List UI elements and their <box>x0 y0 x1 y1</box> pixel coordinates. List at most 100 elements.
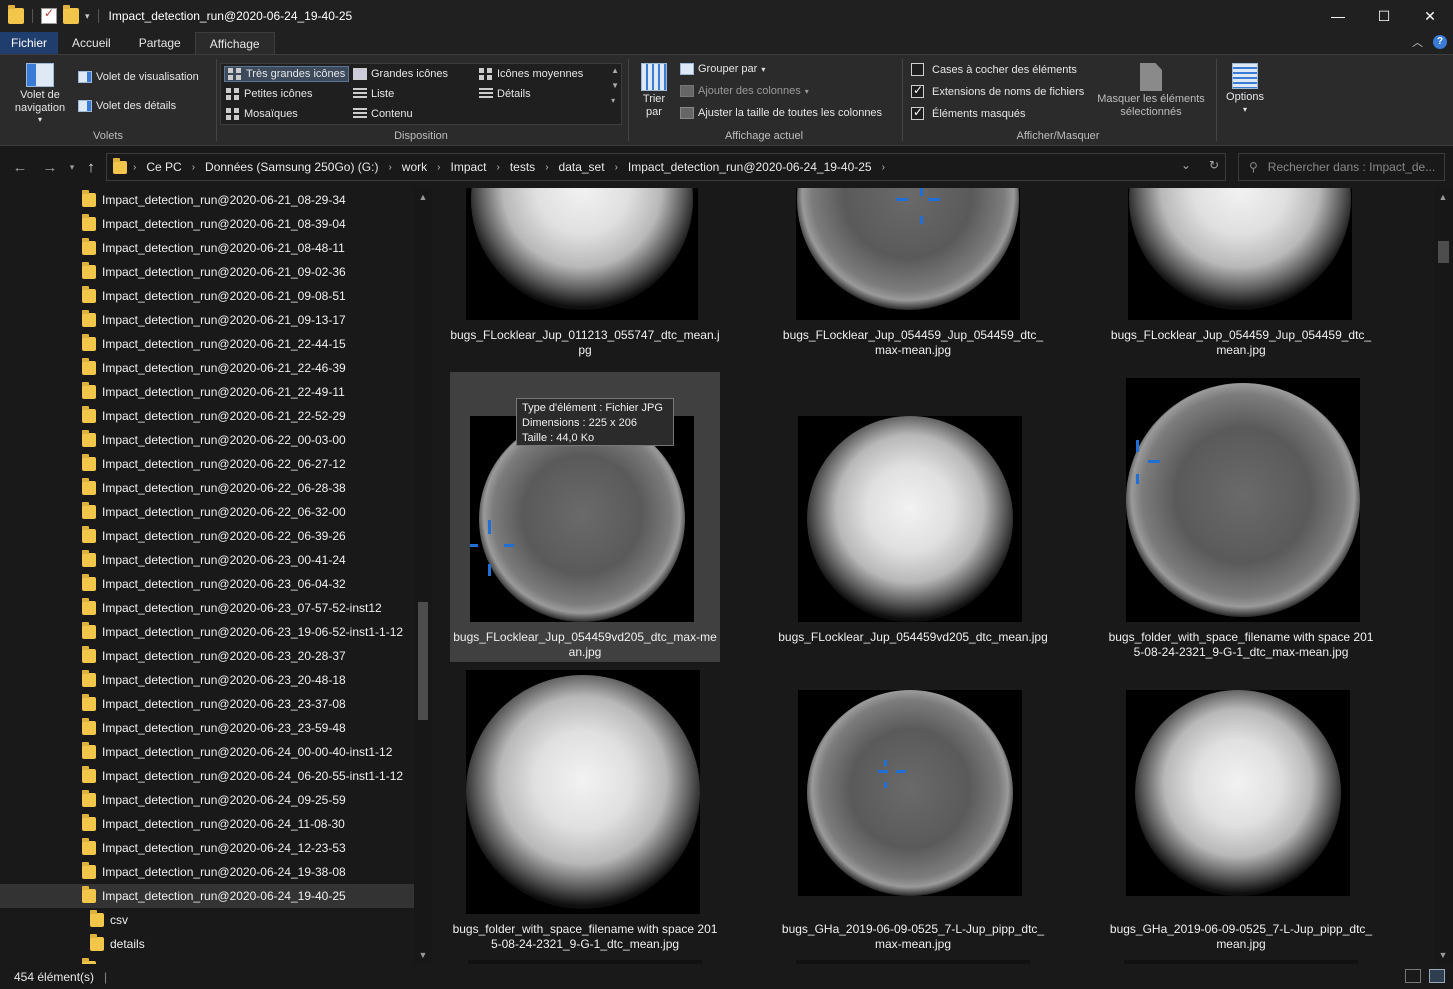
layout-extra-large-icons[interactable]: Très grandes icônes <box>224 66 350 82</box>
tree-item[interactable]: Impact_detection_run@2020-06-21_22-52-29 <box>0 404 414 428</box>
tree-item[interactable]: Impact_detection_run@2020-06-21_22-49-11 <box>0 380 414 404</box>
sort-by-button[interactable]: Trier par <box>638 63 670 119</box>
up-arrow-icon[interactable]: ↑ <box>79 159 103 176</box>
tree-item[interactable]: Impact_detection_run@2020-06-22_06-32-00 <box>0 500 414 524</box>
add-columns-button[interactable]: Ajouter des colonnes ▾ <box>680 85 809 97</box>
maximize-button[interactable]: ☐ <box>1361 0 1407 32</box>
tree-item[interactable]: Impact_detection_run@2020-06-22_00-03-00 <box>0 428 414 452</box>
scroll-down-icon[interactable]: ▼ <box>1434 950 1452 960</box>
preview-pane-button[interactable]: Volet de visualisation <box>78 71 199 83</box>
file-tile[interactable]: bugs_FLocklear_Jup_054459vd205_dtc_mean.… <box>778 372 1048 664</box>
breadcrumb-impact[interactable]: Impact <box>450 160 486 174</box>
tree-item[interactable]: Impact_detection_run@2020-06-24_19-38-08 <box>0 860 414 884</box>
tree-item[interactable]: Impact_detection_run@2020-06-24_12-23-53 <box>0 836 414 860</box>
gallery-down-icon[interactable]: ▼ <box>611 81 619 90</box>
breadcrumb-ce-pc[interactable]: Ce PC <box>146 160 181 174</box>
close-button[interactable]: ✕ <box>1407 0 1453 32</box>
new-folder-icon[interactable] <box>63 5 79 24</box>
details-pane-button[interactable]: Volet des détails <box>78 100 176 112</box>
layout-medium-icons[interactable]: Icônes moyennes <box>479 68 583 80</box>
collapse-ribbon-icon[interactable]: ︿ <box>1412 34 1423 50</box>
minimize-button[interactable]: — <box>1315 0 1361 32</box>
refresh-icon[interactable]: ↻ <box>1209 158 1219 172</box>
tree-item[interactable]: Impact_detection_run@2020-06-21_22-46-39 <box>0 356 414 380</box>
file-tile[interactable]: bugs_FLocklear_Jup_054459_Jup_054459_dtc… <box>778 188 1048 362</box>
file-extensions-toggle[interactable]: Extensions de noms de fichiers <box>911 83 1084 98</box>
large-icons-view-icon[interactable] <box>1429 969 1445 983</box>
tree-item[interactable]: Impact_detection_run@2020-06-21_09-08-51 <box>0 284 414 308</box>
tree-item[interactable]: Impact_detection_run@2020-06-24_00-00-40… <box>0 740 414 764</box>
group-by-button[interactable]: Grouper par ▾ <box>680 63 765 75</box>
tab-fichier[interactable]: Fichier <box>0 32 59 54</box>
customize-toolbar-icon[interactable]: ▾ <box>85 11 90 22</box>
address-dropdown-icon[interactable]: ⌄ <box>1181 158 1191 172</box>
tree-item[interactable]: Impact_detection_run@2020-06-23_20-48-18 <box>0 668 414 692</box>
checkbox-file-extensions[interactable] <box>911 83 924 98</box>
tab-partage[interactable]: Partage <box>125 32 195 54</box>
tab-affichage[interactable]: Affichage <box>194 32 275 54</box>
hide-selected-button[interactable]: Masquer les éléments sélectionnés <box>1096 63 1206 119</box>
tree-item[interactable]: Impact_detection_run@2020-06-21_08-29-34 <box>0 188 414 212</box>
address-bar[interactable]: › Ce PC › Données (Samsung 250Go) (G:) ›… <box>106 153 1226 181</box>
tree-item[interactable]: Impact_detection_run@2020-06-22_06-27-12 <box>0 452 414 476</box>
tree-item[interactable]: Impact_detection_run@2020-06-21_08-48-11 <box>0 236 414 260</box>
layout-tiles[interactable]: Mosaïques <box>226 108 298 120</box>
tab-accueil[interactable]: Accueil <box>58 32 125 54</box>
breadcrumb-data-set[interactable]: data_set <box>559 160 605 174</box>
tree-item[interactable]: Impact_detection_run@2020-06-23_19-06-52… <box>0 620 414 644</box>
nav-pane-button[interactable]: Volet de navigation ▾ <box>8 63 72 124</box>
tree-item[interactable]: Impact_detection_run@2020-06-21_22-44-15 <box>0 332 414 356</box>
layout-large-icons[interactable]: Grandes icônes <box>353 68 448 80</box>
main-scroll-thumb[interactable] <box>1438 241 1449 263</box>
tree-item[interactable]: Impact_detection_run@2020-06-22_06-39-26 <box>0 524 414 548</box>
tree-item-child[interactable]: details <box>0 932 414 956</box>
file-tile[interactable]: bugs_FLocklear_Jup_054459_Jup_054459_dtc… <box>1106 188 1376 362</box>
search-input[interactable]: Rechercher dans : Impact_de... <box>1268 160 1435 174</box>
file-tile[interactable]: bugs_GHa_2019-06-09-0525_7-L-Jup_pipp_dt… <box>778 668 1048 956</box>
options-button[interactable]: Options ▾ <box>1222 63 1268 114</box>
file-tile[interactable]: bugs_GHa_2019-06-09-0525_7-L-Jup_pipp_dt… <box>1106 668 1376 956</box>
tree-item[interactable]: Impact_detection_run@2020-06-24_11-08-30 <box>0 812 414 836</box>
breadcrumb-tests[interactable]: tests <box>510 160 535 174</box>
file-tile[interactable]: bugs_folder_with_space_filename with spa… <box>450 668 720 956</box>
search-box[interactable]: ⚲ Rechercher dans : Impact_de... <box>1238 153 1445 181</box>
scroll-up-icon[interactable]: ▲ <box>414 192 432 202</box>
tree-item[interactable]: Impact_detection_run@2020-06-21_09-02-36 <box>0 260 414 284</box>
details-view-icon[interactable] <box>1405 969 1421 983</box>
tree-item[interactable]: Impact_detection_run@2020-06-22_06-28-38 <box>0 476 414 500</box>
file-tile[interactable]: bugs_folder_with_space_filename with spa… <box>1106 372 1376 664</box>
tree-item[interactable]: Impact_detection_run@2020-06-23_06-04-32 <box>0 572 414 596</box>
gallery-up-icon[interactable]: ▲ <box>611 66 619 75</box>
tree-item[interactable]: Impact_detection_run@2020-06-23_23-59-48 <box>0 716 414 740</box>
file-tile[interactable]: bugs_FLocklear_Jup_011213_055747_dtc_mea… <box>450 188 720 362</box>
breadcrumb-current[interactable]: Impact_detection_run@2020-06-24_19-40-25 <box>628 160 872 174</box>
layout-list[interactable]: Liste <box>353 88 394 100</box>
layout-small-icons[interactable]: Petites icônes <box>226 88 312 100</box>
tree-item[interactable]: Impact_detection_run@2020-06-24_06-20-55… <box>0 764 414 788</box>
tree-item[interactable]: Impact_detection_run@2020-06-24_09-25-59 <box>0 788 414 812</box>
gallery-more-icon[interactable]: ▾ <box>611 96 619 105</box>
tree-item-child[interactable]: csv <box>0 908 414 932</box>
item-checkboxes-toggle[interactable]: Cases à cocher des éléments <box>911 63 1077 76</box>
scroll-down-icon[interactable]: ▼ <box>414 950 432 960</box>
hidden-items-toggle[interactable]: Éléments masqués <box>911 105 1026 120</box>
nav-scroll-thumb[interactable] <box>418 602 428 720</box>
checkbox-item-checkboxes[interactable] <box>911 63 924 76</box>
tree-item[interactable]: Impact_detection_run@2020-06-23_20-28-37 <box>0 644 414 668</box>
tree-item[interactable]: Impact_detection_run@2020-06-21_08-39-04 <box>0 212 414 236</box>
tree-item[interactable]: Impact_detection_run@2020-06-23_07-57-52… <box>0 596 414 620</box>
tree-item[interactable]: Impact_detection_run@2020-06-24_19-40-25 <box>0 884 414 908</box>
properties-icon[interactable] <box>41 6 57 24</box>
tree-item[interactable]: Impact_detection_run@2020-06-23_23-37-08 <box>0 692 414 716</box>
layout-content[interactable]: Contenu <box>353 108 413 120</box>
forward-arrow-icon[interactable]: → <box>35 159 65 176</box>
tree-item[interactable]: Impact_detection_run@2020-06-23_00-41-24 <box>0 548 414 572</box>
checkbox-hidden-items[interactable] <box>911 105 924 120</box>
nav-pane-scrollbar[interactable]: ▲ ▼ <box>414 188 432 964</box>
back-arrow-icon[interactable]: ← <box>5 159 35 176</box>
help-icon[interactable]: ? <box>1433 35 1447 49</box>
main-scrollbar[interactable]: ▲ ▼ <box>1434 188 1453 964</box>
tree-item[interactable]: Impact_detection_run@2020-06-21_09-13-17 <box>0 308 414 332</box>
fit-columns-button[interactable]: Ajuster la taille de toutes les colonnes <box>680 107 882 119</box>
breadcrumb-drive[interactable]: Données (Samsung 250Go) (G:) <box>205 160 378 174</box>
